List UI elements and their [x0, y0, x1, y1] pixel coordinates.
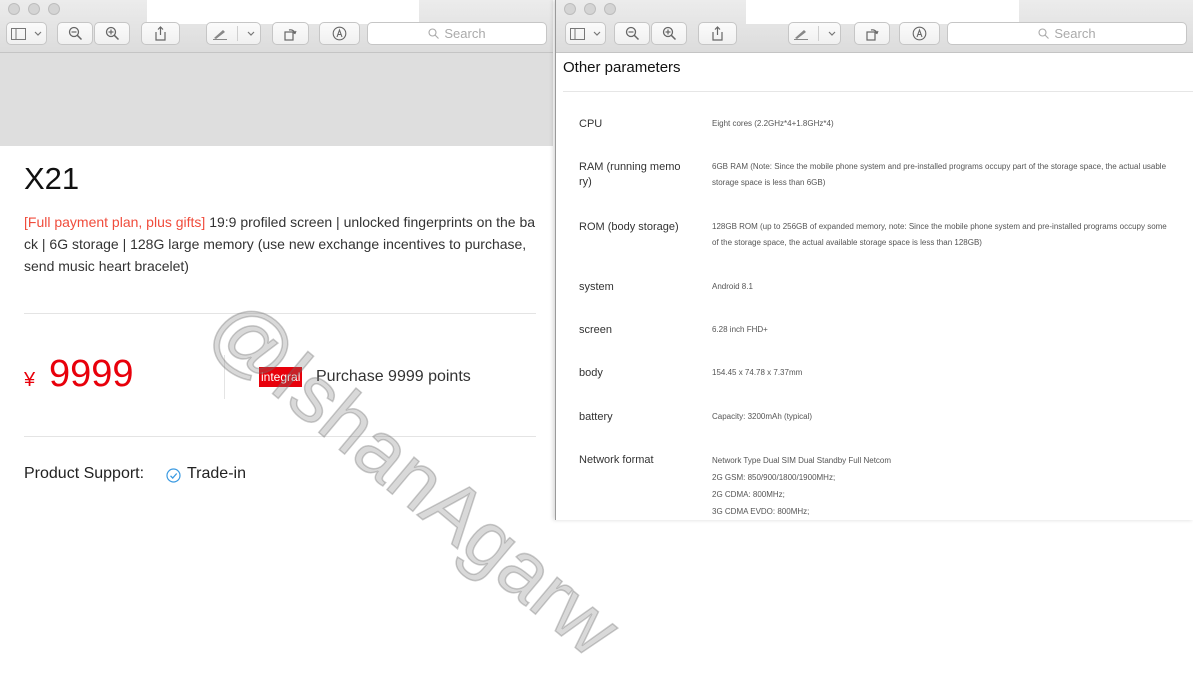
window-title-area: [147, 0, 419, 24]
param-name: body: [579, 367, 603, 379]
search-icon: [428, 28, 440, 39]
zoom-out-icon: [625, 26, 639, 41]
param-value: Eight cores (2.2GHz*4+1.8GHz*4): [712, 119, 834, 128]
product-banner: [0, 53, 553, 146]
rotate-icon: [284, 29, 297, 41]
promo-link[interactable]: [Full payment plan, plus gifts]: [24, 214, 205, 230]
zoom-out-button[interactable]: [57, 22, 93, 45]
chevron-down-icon: [247, 31, 255, 36]
annotate-icon: [912, 26, 927, 41]
zoom-out-button[interactable]: [614, 22, 650, 45]
divider: [563, 91, 1193, 92]
zoom-window-button[interactable]: [48, 3, 60, 15]
zoom-in-icon: [105, 26, 119, 41]
product-title: X21: [24, 161, 80, 196]
annotate-icon: [332, 26, 347, 41]
parameters-window: Search Other parameters CPU Eight cores …: [555, 0, 1193, 520]
param-name: ROM (body storage): [579, 221, 679, 233]
param-value: 6GB RAM (Note: Since the mobile phone sy…: [712, 162, 1167, 187]
markup-button[interactable]: [206, 22, 261, 45]
pen-icon: [794, 29, 809, 40]
param-value: 128GB ROM (up to 256GB of expanded memor…: [712, 222, 1167, 247]
divider: [24, 436, 536, 437]
param-name: screen: [579, 324, 613, 336]
sidebar-icon: [11, 27, 26, 40]
chevron-down-icon: [34, 31, 42, 36]
zoom-in-icon: [662, 26, 676, 41]
share-button[interactable]: [698, 22, 737, 45]
window-title-area: [746, 0, 1019, 24]
param-value: Android 8.1: [712, 282, 753, 291]
param-name: RAM (running memory): [579, 161, 681, 188]
search-input[interactable]: Search: [947, 22, 1187, 45]
price: 9999: [49, 353, 134, 395]
zoom-in-button[interactable]: [651, 22, 687, 45]
trade-in-option[interactable]: Trade-in: [187, 465, 246, 483]
search-input[interactable]: Search: [367, 22, 547, 45]
window-controls: [564, 3, 616, 15]
param-value: Network Type Dual SIM Dual Standby Full …: [712, 456, 892, 516]
search-icon: [1038, 28, 1050, 39]
close-window-button[interactable]: [564, 3, 576, 15]
product-window: Search X21 [Full payment plan, plus gift…: [0, 0, 553, 520]
divider: [224, 355, 225, 399]
param-name: Network format: [579, 454, 654, 466]
param-value: 6.28 inch FHD+: [712, 325, 768, 334]
minimize-window-button[interactable]: [28, 3, 40, 15]
share-icon: [155, 26, 166, 41]
param-name: system: [579, 281, 614, 293]
check-circle-icon[interactable]: [166, 468, 181, 483]
markup-button[interactable]: [788, 22, 841, 45]
minimize-window-button[interactable]: [584, 3, 596, 15]
search-placeholder: Search: [444, 26, 486, 41]
param-name: battery: [579, 411, 613, 423]
annotate-button[interactable]: [319, 22, 360, 45]
points-text: Purchase 9999 points: [316, 368, 471, 385]
search-placeholder: Search: [1054, 26, 1096, 41]
chevron-down-icon: [593, 31, 601, 36]
share-icon: [712, 26, 723, 41]
close-window-button[interactable]: [8, 3, 20, 15]
product-description: [Full payment plan, plus gifts] 19:9 pro…: [24, 211, 536, 277]
param-value: Capacity: 3200mAh (typical): [712, 412, 813, 421]
divider: [24, 313, 536, 314]
share-button[interactable]: [141, 22, 180, 45]
sidebar-toggle-button[interactable]: [6, 22, 47, 45]
window-controls: [8, 3, 60, 15]
product-page: X21 [Full payment plan, plus gifts] 19:9…: [0, 53, 553, 520]
chevron-down-icon: [828, 31, 836, 36]
rotate-icon: [865, 29, 879, 41]
product-support-label: Product Support:: [24, 465, 145, 482]
pen-icon: [212, 29, 227, 40]
window-toolbar: Search: [556, 0, 1193, 53]
zoom-in-button[interactable]: [94, 22, 130, 45]
sidebar-toggle-button[interactable]: [565, 22, 606, 45]
currency-symbol: ¥: [24, 369, 36, 391]
rotate-button[interactable]: [854, 22, 890, 45]
parameters-page: Other parameters CPU Eight cores (2.2GHz…: [556, 53, 1193, 520]
section-title: Other parameters: [563, 59, 681, 76]
rotate-button[interactable]: [272, 22, 309, 45]
param-name: CPU: [579, 118, 603, 130]
sidebar-icon: [570, 27, 585, 40]
param-value: 154.45 x 74.78 x 7.37mm: [712, 368, 803, 377]
window-toolbar: Search: [0, 0, 553, 53]
integral-badge: integral: [259, 367, 303, 387]
zoom-window-button[interactable]: [604, 3, 616, 15]
zoom-out-icon: [68, 26, 82, 41]
annotate-button[interactable]: [899, 22, 940, 45]
